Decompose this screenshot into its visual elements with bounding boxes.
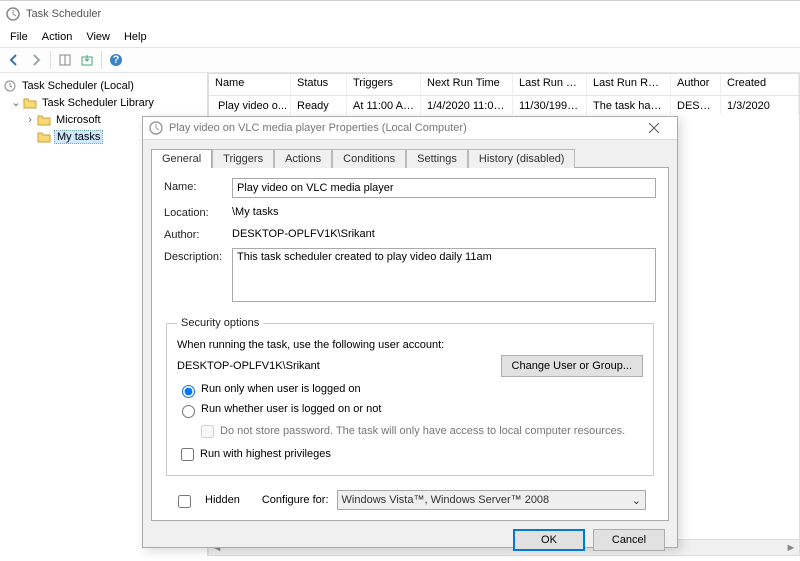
toolbar: ? bbox=[0, 47, 800, 73]
table-row[interactable]: Play video o... Ready At 11:00 AM ... 1/… bbox=[209, 96, 799, 116]
col-last-result[interactable]: Last Run Result bbox=[587, 74, 671, 95]
run-whether-radio[interactable] bbox=[182, 405, 195, 418]
col-status[interactable]: Status bbox=[291, 74, 347, 95]
name-field[interactable] bbox=[232, 178, 656, 198]
forward-button[interactable] bbox=[26, 50, 46, 70]
description-label: Description: bbox=[164, 248, 226, 263]
tab-conditions[interactable]: Conditions bbox=[332, 149, 406, 168]
tree-library[interactable]: ⌄ Task Scheduler Library bbox=[2, 94, 205, 111]
menu-view[interactable]: View bbox=[80, 29, 116, 45]
tab-triggers[interactable]: Triggers bbox=[212, 149, 274, 168]
window-titlebar: Task Scheduler bbox=[0, 1, 800, 27]
menubar: File Action View Help bbox=[0, 27, 800, 47]
task-properties-dialog: Play video on VLC media player Propertie… bbox=[142, 116, 678, 548]
change-user-button[interactable]: Change User or Group... bbox=[501, 355, 643, 377]
scheduler-icon bbox=[2, 79, 18, 93]
back-button[interactable] bbox=[4, 50, 24, 70]
user-account-label: When running the task, use the following… bbox=[177, 337, 643, 353]
author-value: DESKTOP-OPLFV1K\Srikant bbox=[232, 226, 656, 242]
run-logged-on-radio[interactable] bbox=[182, 385, 195, 398]
tab-general[interactable]: General bbox=[151, 149, 212, 168]
security-options-group: Security options When running the task, … bbox=[166, 317, 654, 476]
name-label: Name: bbox=[164, 178, 226, 193]
user-account-value: DESKTOP-OPLFV1K\Srikant bbox=[177, 360, 493, 372]
tab-history[interactable]: History (disabled) bbox=[468, 149, 576, 168]
export-button[interactable] bbox=[77, 50, 97, 70]
collapse-icon[interactable]: › bbox=[24, 114, 36, 126]
menu-file[interactable]: File bbox=[4, 29, 34, 45]
folder-icon bbox=[36, 113, 52, 127]
col-last-run[interactable]: Last Run Time bbox=[513, 74, 587, 95]
tab-settings[interactable]: Settings bbox=[406, 149, 468, 168]
run-highest-checkbox[interactable] bbox=[181, 448, 194, 461]
col-triggers[interactable]: Triggers bbox=[347, 74, 421, 95]
window-title: Task Scheduler bbox=[26, 8, 101, 20]
scroll-right-icon[interactable]: ► bbox=[783, 540, 799, 556]
author-label: Author: bbox=[164, 226, 226, 241]
dialog-footer: OK Cancel bbox=[143, 521, 677, 561]
grid-header: Name Status Triggers Next Run Time Last … bbox=[209, 74, 799, 96]
tab-general-panel: Name: Location: \My tasks Author: DESKTO… bbox=[151, 167, 669, 521]
hidden-checkbox[interactable] bbox=[178, 495, 191, 508]
description-field[interactable] bbox=[232, 248, 656, 302]
dialog-title: Play video on VLC media player Propertie… bbox=[169, 122, 637, 134]
folder-icon bbox=[22, 96, 38, 110]
tab-actions[interactable]: Actions bbox=[274, 149, 332, 168]
clock-icon bbox=[149, 121, 163, 135]
cancel-button[interactable]: Cancel bbox=[593, 529, 665, 551]
folder-icon bbox=[36, 130, 52, 144]
close-button[interactable] bbox=[637, 117, 671, 139]
help-icon[interactable]: ? bbox=[106, 50, 126, 70]
location-label: Location: bbox=[164, 204, 226, 219]
menu-help[interactable]: Help bbox=[118, 29, 153, 45]
location-value: \My tasks bbox=[232, 204, 656, 220]
col-created[interactable]: Created bbox=[721, 74, 799, 95]
do-not-store-checkbox bbox=[201, 425, 214, 438]
col-next-run[interactable]: Next Run Time bbox=[421, 74, 513, 95]
app-icon bbox=[6, 7, 20, 21]
close-icon bbox=[649, 123, 659, 133]
dialog-tabs: General Triggers Actions Conditions Sett… bbox=[143, 140, 677, 167]
menu-action[interactable]: Action bbox=[36, 29, 79, 45]
tree-root[interactable]: Task Scheduler (Local) bbox=[2, 77, 205, 94]
refresh-all-button[interactable] bbox=[55, 50, 75, 70]
chevron-down-icon: ⌄ bbox=[632, 494, 641, 507]
expand-icon[interactable]: ⌄ bbox=[10, 96, 22, 109]
ok-button[interactable]: OK bbox=[513, 529, 585, 551]
configure-for-select[interactable]: Windows Vista™, Windows Server™ 2008 ⌄ bbox=[337, 490, 646, 510]
svg-text:?: ? bbox=[113, 54, 120, 66]
col-author[interactable]: Author bbox=[671, 74, 721, 95]
dialog-titlebar[interactable]: Play video on VLC media player Propertie… bbox=[143, 117, 677, 140]
configure-for-label: Configure for: bbox=[262, 494, 329, 506]
col-name[interactable]: Name bbox=[209, 74, 291, 95]
security-legend: Security options bbox=[177, 317, 263, 329]
